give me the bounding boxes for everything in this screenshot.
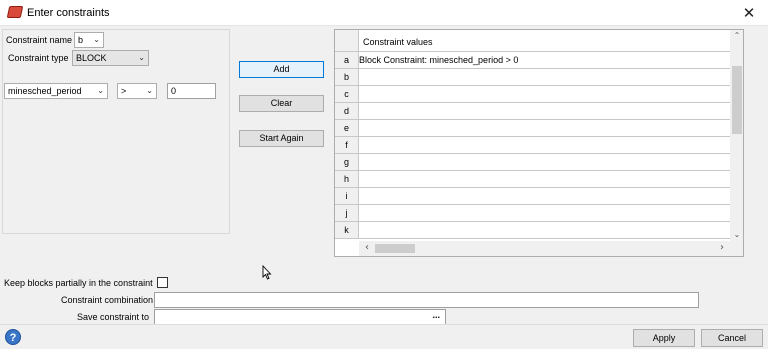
table-row[interactable]: c xyxy=(335,86,730,103)
constraint-values-table[interactable]: Constraint values a Block Constraint: min… xyxy=(334,29,744,257)
save-constraint-input[interactable]: ... xyxy=(154,309,446,325)
title-bar: Enter constraints ✕ xyxy=(0,0,768,26)
table-cell[interactable] xyxy=(359,154,730,171)
constraint-type-select[interactable]: BLOCK ⌄ xyxy=(72,50,149,66)
row-header[interactable]: b xyxy=(335,69,359,86)
dialog-footer: ? Apply Cancel xyxy=(0,324,768,349)
table-cell[interactable] xyxy=(359,120,730,137)
table-cell[interactable] xyxy=(359,69,730,86)
row-header[interactable]: h xyxy=(335,171,359,188)
operator-select[interactable]: > ⌄ xyxy=(117,83,157,99)
constraint-name-label: Constraint name xyxy=(6,35,73,45)
field-select[interactable]: minesched_period ⌄ xyxy=(4,83,108,99)
app-icon xyxy=(6,6,24,18)
row-header[interactable]: c xyxy=(335,86,359,103)
table-cell[interactable] xyxy=(359,86,730,103)
table-cell[interactable] xyxy=(359,222,730,239)
mouse-cursor-icon xyxy=(262,265,272,280)
row-header[interactable]: i xyxy=(335,188,359,205)
keep-blocks-label: Keep blocks partially in the constraint xyxy=(4,278,153,288)
table-row[interactable]: g xyxy=(335,154,730,171)
table-row[interactable]: i xyxy=(335,188,730,205)
table-corner xyxy=(335,30,359,52)
table-cell[interactable] xyxy=(359,137,730,154)
constraint-combination-input[interactable] xyxy=(154,292,699,308)
table-cell[interactable]: Block Constraint: minesched_period > 0 xyxy=(359,52,730,69)
scroll-up-icon[interactable]: ⌃ xyxy=(730,30,743,42)
table-row[interactable]: h xyxy=(335,171,730,188)
clear-button[interactable]: Clear xyxy=(239,95,324,112)
window-title: Enter constraints xyxy=(27,7,110,19)
chevron-down-icon: ⌄ xyxy=(93,35,100,44)
scroll-down-icon[interactable]: ⌄ xyxy=(730,229,743,241)
start-again-button[interactable]: Start Again xyxy=(239,130,324,147)
row-header[interactable]: e xyxy=(335,120,359,137)
apply-button[interactable]: Apply xyxy=(633,329,695,347)
row-header[interactable]: g xyxy=(335,154,359,171)
vertical-scrollbar[interactable]: ⌃ ⌄ xyxy=(730,30,743,241)
horizontal-scrollbar[interactable]: ‹ › xyxy=(359,241,743,256)
save-constraint-label: Save constraint to xyxy=(77,312,150,322)
table-cell[interactable] xyxy=(359,188,730,205)
table-row[interactable]: j xyxy=(335,205,730,222)
table-row[interactable]: a Block Constraint: minesched_period > 0 xyxy=(335,52,730,69)
scroll-left-icon[interactable]: ‹ xyxy=(361,241,373,256)
table-row[interactable]: k xyxy=(335,222,730,239)
row-header[interactable]: f xyxy=(335,137,359,154)
cancel-button[interactable]: Cancel xyxy=(701,329,763,347)
table-row[interactable]: b xyxy=(335,69,730,86)
constraint-name-select[interactable]: b ⌄ xyxy=(74,32,104,48)
table-cell[interactable] xyxy=(359,171,730,188)
keep-blocks-checkbox[interactable] xyxy=(157,277,168,288)
constraint-type-label: Constraint type xyxy=(8,53,69,63)
constraint-combination-label: Constraint combination xyxy=(61,295,154,305)
close-icon[interactable]: ✕ xyxy=(740,4,758,22)
row-header[interactable]: a xyxy=(335,52,359,69)
scroll-thumb[interactable] xyxy=(375,244,415,253)
row-header[interactable]: j xyxy=(335,205,359,222)
add-button[interactable]: Add xyxy=(239,61,324,78)
row-header[interactable]: d xyxy=(335,103,359,120)
browse-button[interactable]: ... xyxy=(432,310,440,322)
chevron-down-icon: ⌄ xyxy=(138,53,145,62)
table-cell[interactable] xyxy=(359,103,730,120)
scroll-right-icon[interactable]: › xyxy=(716,241,728,256)
scroll-thumb[interactable] xyxy=(732,66,742,134)
table-row[interactable]: f xyxy=(335,137,730,154)
row-header[interactable]: k xyxy=(335,222,359,239)
table-cell[interactable] xyxy=(359,205,730,222)
operand-input[interactable]: 0 xyxy=(167,83,216,99)
column-header[interactable]: Constraint values xyxy=(359,30,730,52)
chevron-down-icon: ⌄ xyxy=(146,86,153,95)
table-row[interactable]: e xyxy=(335,120,730,137)
help-icon[interactable]: ? xyxy=(5,329,21,345)
chevron-down-icon: ⌄ xyxy=(97,86,104,95)
table-row[interactable]: d xyxy=(335,103,730,120)
